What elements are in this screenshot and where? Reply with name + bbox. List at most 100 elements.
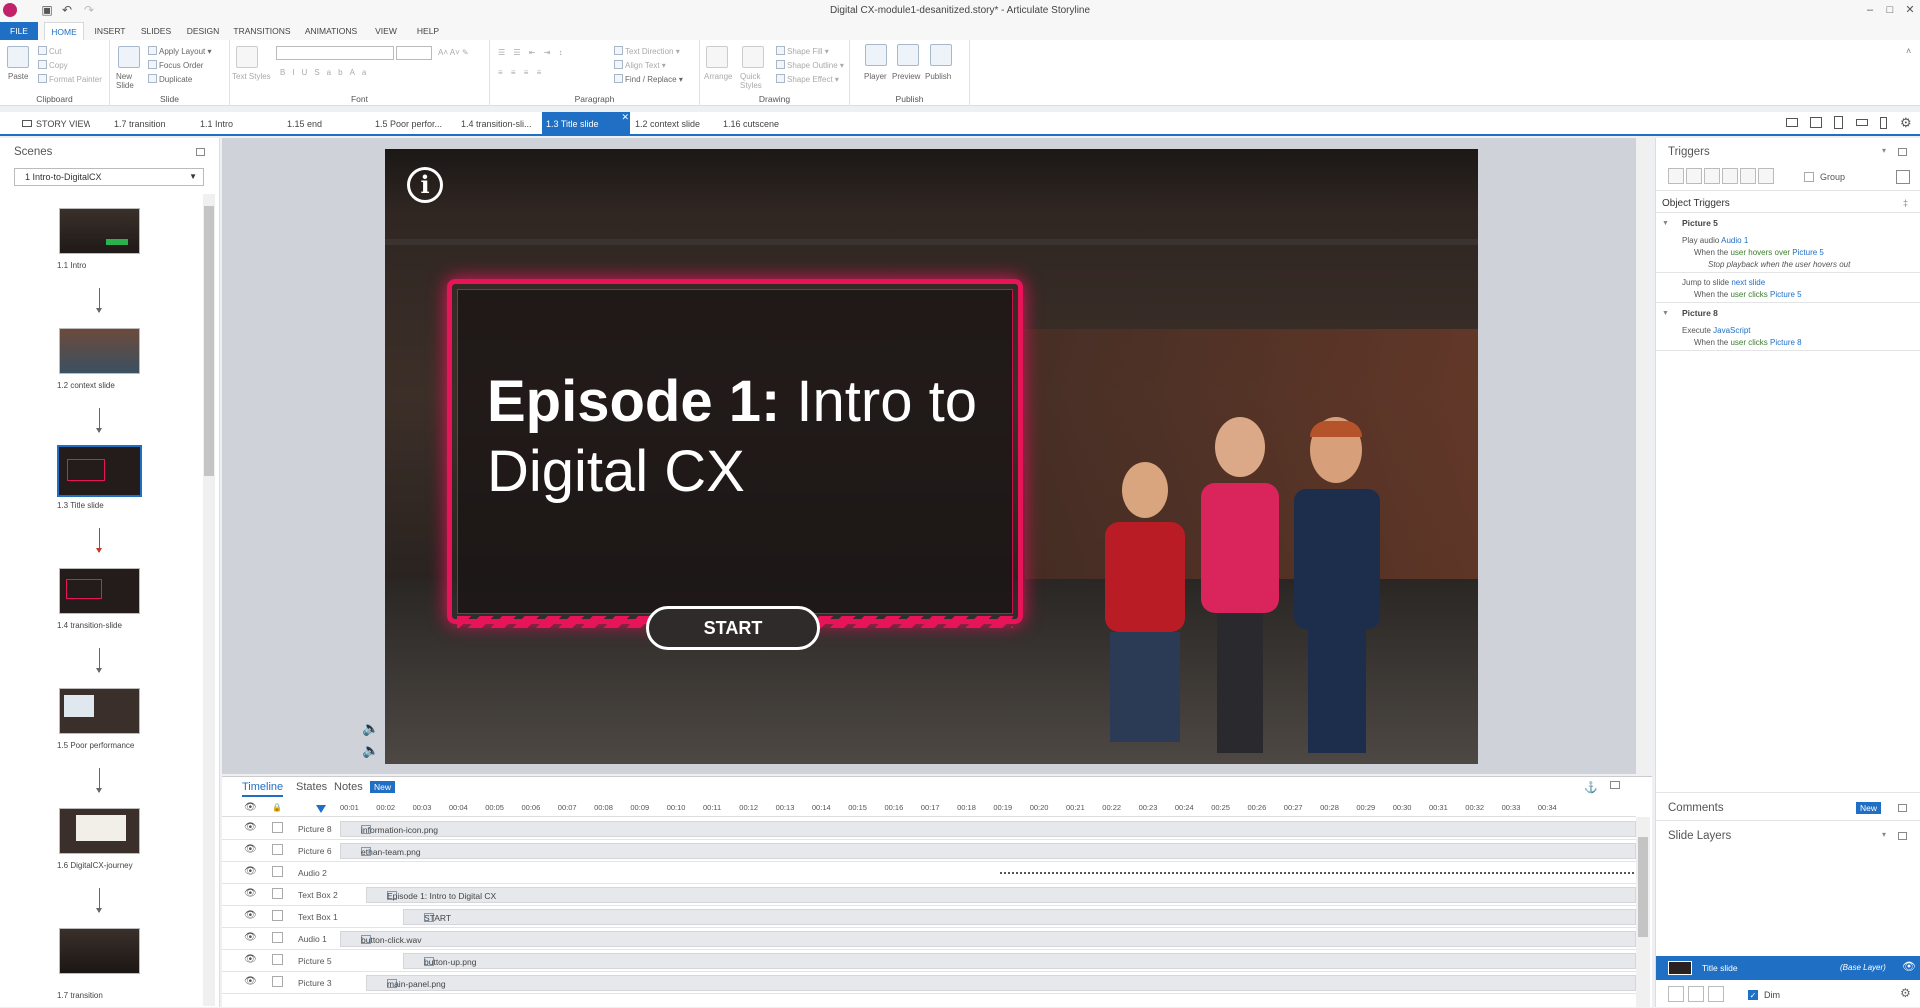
tablet-portrait-icon[interactable] — [1834, 116, 1843, 129]
canvas-scrollbar[interactable] — [1636, 138, 1650, 774]
lock-checkbox[interactable] — [272, 888, 283, 899]
preview-button[interactable]: Preview — [892, 72, 920, 81]
menu-transitions[interactable]: TRANSITIONS — [230, 22, 294, 40]
eye-icon[interactable]: 👁 — [244, 867, 257, 877]
text-styles-icon[interactable] — [236, 46, 258, 68]
close-icon[interactable]: ✕ — [1900, 2, 1920, 18]
font-size-select[interactable] — [396, 46, 432, 60]
paste-button[interactable]: Paste — [8, 72, 28, 81]
trigger-action[interactable]: Play audio Audio 1 — [1682, 236, 1748, 245]
eye-icon[interactable]: 👁 — [244, 955, 257, 965]
timeline-scrollbar[interactable] — [1636, 817, 1650, 1007]
slide-thumbnail[interactable] — [59, 328, 140, 374]
find-replace-button[interactable]: Find / Replace ▾ — [614, 74, 683, 84]
tablet-landscape-icon[interactable] — [1810, 117, 1822, 128]
menu-view[interactable]: VIEW — [368, 22, 404, 40]
menu-help[interactable]: HELP — [410, 22, 446, 40]
slide-thumbnail[interactable] — [59, 928, 140, 974]
duplicate-button[interactable]: Duplicate — [148, 74, 192, 84]
delete-layer-icon[interactable] — [1708, 986, 1724, 1002]
eye-icon[interactable]: 👁 — [244, 823, 257, 833]
start-button[interactable]: START — [646, 606, 820, 650]
eye-icon[interactable]: 👁 — [244, 889, 257, 899]
new-slide-button[interactable]: New Slide — [116, 72, 144, 90]
timeline-row[interactable]: 👁 Audio 1 button-click.wav — [222, 928, 1636, 950]
align-text-button[interactable]: Align Text ▾ — [614, 60, 666, 70]
player-button[interactable]: Player — [864, 72, 887, 81]
timeline-bar[interactable]: main-panel.png — [366, 975, 1636, 991]
copy-button[interactable]: Copy — [38, 60, 68, 70]
collapse-icon[interactable]: ▼ — [1662, 220, 1669, 227]
format-painter-button[interactable]: Format Painter — [38, 74, 102, 84]
scene-select[interactable]: 1 Intro-to-DigitalCX ▼ — [14, 168, 204, 186]
collapse-all-icon[interactable]: ‡ — [1903, 198, 1908, 208]
tab-timeline[interactable]: Timeline — [242, 781, 284, 797]
cut-button[interactable]: Cut — [38, 46, 61, 56]
tab-slide[interactable]: 1.4 transition-sli... — [457, 112, 545, 136]
new-slide-icon[interactable] — [118, 46, 140, 68]
group-checkbox[interactable] — [1804, 172, 1814, 182]
scenes-scrollbar[interactable] — [203, 194, 215, 1006]
desktop-view-icon[interactable] — [1786, 118, 1798, 127]
gear-icon[interactable]: ⚙ — [1900, 986, 1911, 1000]
shape-fill-button[interactable]: Shape Fill ▾ — [776, 46, 829, 56]
text-direction-button[interactable]: Text Direction ▾ — [614, 46, 680, 56]
tab-story-view[interactable]: STORY VIEW — [18, 112, 90, 136]
timeline-bar[interactable]: button-click.wav — [340, 931, 1636, 947]
timeline-row[interactable]: 👁 Picture 5 button-up.png — [222, 950, 1636, 972]
lock-icon[interactable]: 🔒 — [272, 803, 282, 812]
lock-checkbox[interactable] — [272, 866, 283, 877]
slide-thumbnail[interactable] — [59, 208, 140, 254]
preview-icon[interactable] — [897, 44, 919, 66]
tab-slide[interactable]: 1.7 transition — [110, 112, 188, 136]
menu-insert[interactable]: INSERT — [90, 22, 130, 40]
publish-icon[interactable] — [930, 44, 952, 66]
focus-order-button[interactable]: Focus Order — [148, 60, 203, 70]
timeline-bar[interactable]: button-up.png — [403, 953, 1636, 969]
slide-thumbnail-selected[interactable] — [57, 445, 142, 497]
slide-thumbnail[interactable] — [59, 568, 140, 614]
timeline-bar[interactable] — [340, 865, 1636, 881]
phone-portrait-icon[interactable] — [1880, 117, 1887, 129]
menu-design[interactable]: DESIGN — [182, 22, 224, 40]
info-icon[interactable]: i — [407, 167, 443, 203]
menu-slides[interactable]: SLIDES — [136, 22, 176, 40]
tab-slide[interactable]: 1.1 Intro — [196, 112, 266, 136]
shape-effect-button[interactable]: Shape Effect ▾ — [776, 74, 839, 84]
edit-trigger-icon[interactable] — [1686, 168, 1702, 184]
tab-states[interactable]: States — [296, 781, 327, 793]
timeline-bar[interactable]: START — [403, 909, 1636, 925]
menu-home[interactable]: HOME — [44, 22, 84, 40]
tab-notes[interactable]: Notes — [334, 781, 363, 793]
panel-restore-icon[interactable] — [1610, 781, 1620, 789]
tab-slide[interactable]: 1.16 cutscene — [719, 112, 799, 136]
panel-restore-icon[interactable] — [196, 148, 205, 156]
quick-styles-icon[interactable] — [742, 46, 764, 68]
eye-icon[interactable]: 👁 — [244, 977, 257, 987]
anchor-icon[interactable]: ⚓ — [1584, 781, 1598, 794]
trigger-action[interactable]: Jump to slide next slide — [1682, 278, 1765, 287]
menu-animations[interactable]: ANIMATIONS — [300, 22, 362, 40]
player-icon[interactable] — [865, 44, 887, 66]
maximize-icon[interactable]: □ — [1880, 2, 1900, 18]
gear-icon[interactable]: ⚙ — [1900, 115, 1912, 131]
delete-trigger-icon[interactable] — [1740, 168, 1756, 184]
eye-icon[interactable]: 👁 — [244, 845, 257, 855]
align-buttons[interactable]: ≡ ≡ ≡ ≡ — [498, 68, 544, 77]
list-buttons[interactable]: ☰ ☰ ⇤ ⇥ ↕ — [498, 48, 566, 57]
copy-trigger-icon[interactable] — [1704, 168, 1720, 184]
dim-checkbox[interactable]: ✓ — [1748, 990, 1758, 1000]
duplicate-layer-icon[interactable] — [1688, 986, 1704, 1002]
timeline-row[interactable]: 👁 Audio 2 — [222, 862, 1636, 884]
minimize-icon[interactable]: – — [1860, 2, 1880, 18]
slide-thumbnail[interactable] — [59, 688, 140, 734]
lock-checkbox[interactable] — [272, 844, 283, 855]
arrange-icon[interactable] — [706, 46, 728, 68]
new-trigger-icon[interactable] — [1668, 168, 1684, 184]
text-styles-button[interactable]: Text Styles — [232, 72, 271, 81]
collapse-icon[interactable]: ▼ — [1662, 310, 1669, 317]
timeline-bar[interactable]: ethan-team.png — [340, 843, 1636, 859]
eye-icon[interactable]: 👁 — [244, 802, 257, 813]
new-layer-icon[interactable] — [1668, 986, 1684, 1002]
reorder-trigger-icon[interactable] — [1758, 168, 1774, 184]
